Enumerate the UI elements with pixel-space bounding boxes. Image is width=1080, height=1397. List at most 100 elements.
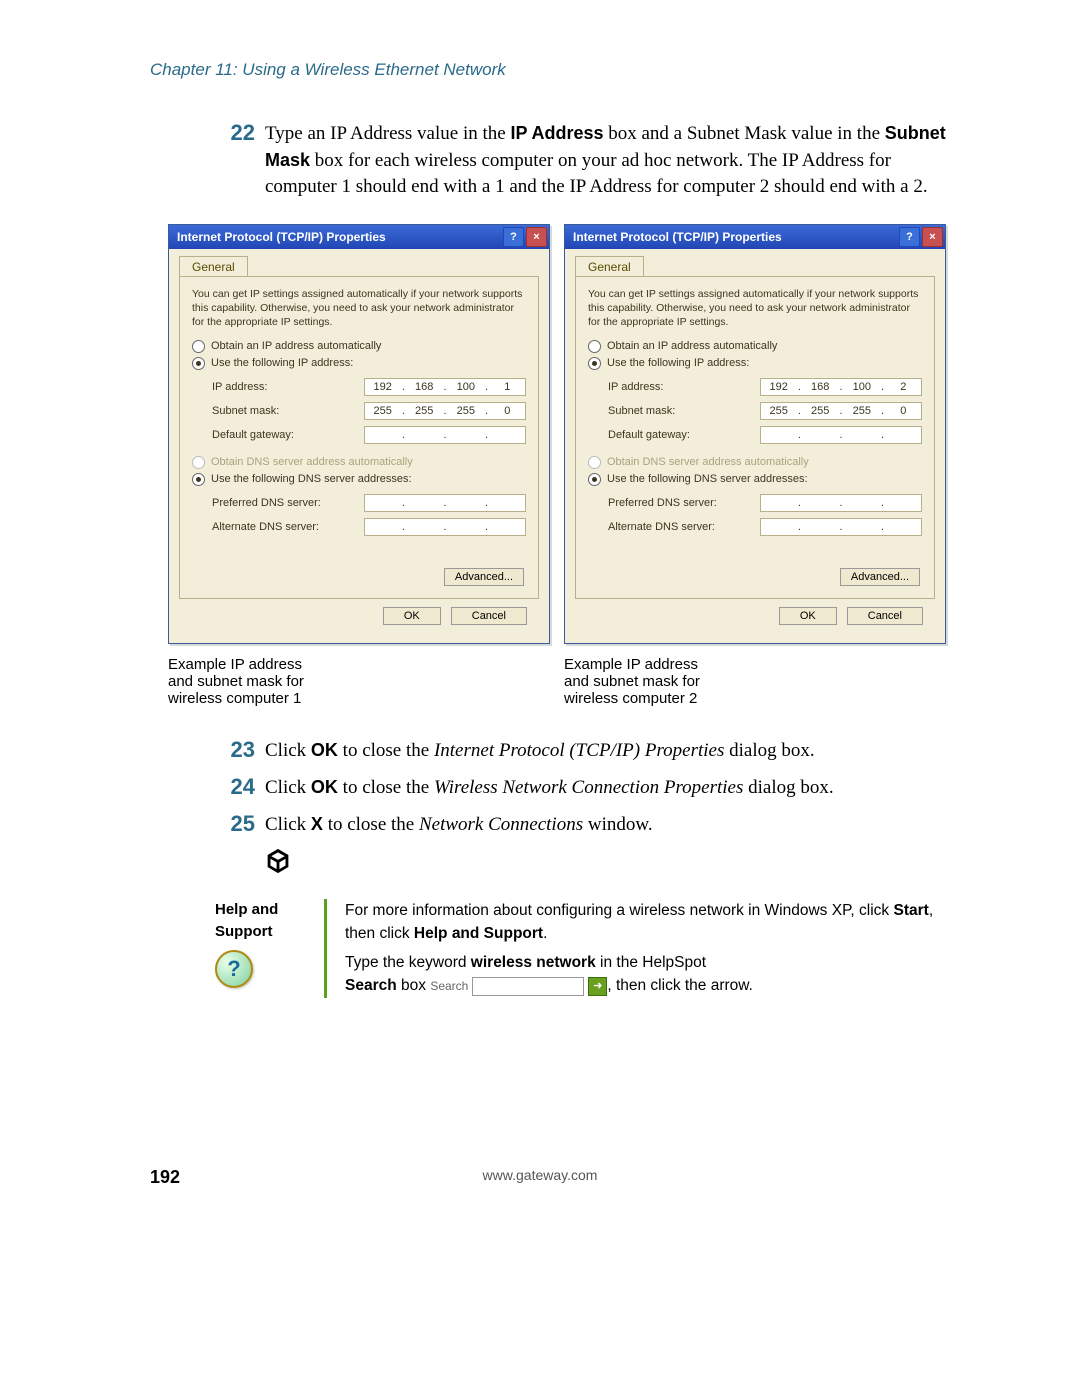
hp2-end: , then click the arrow. xyxy=(607,977,753,994)
hp2-mid: in the HelpSpot xyxy=(596,954,706,971)
search-input[interactable] xyxy=(472,977,584,996)
s23-after: dialog box. xyxy=(724,740,814,761)
s23-mid: to close the xyxy=(338,740,434,761)
ip-grid-2: IP address: 192. 168. 100. 2 Subnet mask… xyxy=(608,378,922,444)
s25-bold: X xyxy=(311,814,323,834)
dialog-computer-1: Internet Protocol (TCP/IP) Properties ? … xyxy=(168,224,548,707)
hp2-boxlabel: box xyxy=(397,977,431,994)
caption-2-l1: Example IP address xyxy=(564,656,944,673)
search-arrow-icon[interactable]: ➜ xyxy=(588,977,607,996)
radio-manual-dns-label-2: Use the following DNS server addresses: xyxy=(607,473,808,485)
gateway-label-2: Default gateway: xyxy=(608,429,760,441)
radio-auto-ip-1[interactable]: Obtain an IP address automatically xyxy=(192,340,526,353)
help-icon[interactable]: ? xyxy=(503,227,524,247)
ip1-o3: 100 xyxy=(453,381,478,393)
radio-manual-ip-1[interactable]: Use the following IP address: xyxy=(192,357,526,370)
s24-pre: Click xyxy=(265,777,311,798)
radio-auto-dns-label: Obtain DNS server address automatically xyxy=(211,456,413,468)
gateway-line-1: Default gateway: . . . xyxy=(212,426,526,444)
cube-icon xyxy=(265,851,291,880)
radio-auto-ip-2[interactable]: Obtain an IP address automatically xyxy=(588,340,922,353)
advanced-button-2[interactable]: Advanced... xyxy=(840,568,920,586)
titlebar-2: Internet Protocol (TCP/IP) Properties ? … xyxy=(565,225,945,249)
help-p1: For more information about configuring a… xyxy=(345,899,940,946)
cancel-button-1[interactable]: Cancel xyxy=(451,607,527,625)
radio-manual-ip-label: Use the following IP address: xyxy=(211,357,353,369)
ip-address-field-2[interactable]: 192. 168. 100. 2 xyxy=(760,378,922,396)
cube-icon-row xyxy=(265,848,1080,881)
radio-auto-dns-2: Obtain DNS server address automatically xyxy=(588,456,922,469)
ip-address-field-1[interactable]: 192. 168. 100. 1 xyxy=(364,378,526,396)
dialog-desc-1: You can get IP settings assigned automat… xyxy=(192,287,526,330)
cancel-button-2[interactable]: Cancel xyxy=(847,607,923,625)
dialog-footer-1: OK Cancel xyxy=(179,599,539,633)
search-inline: Search ➜ xyxy=(430,977,607,996)
step-23: 23 Click OK to close the Internet Protoc… xyxy=(215,737,960,764)
panel-2: You can get IP settings assigned automat… xyxy=(575,276,935,599)
ip2-o3: 100 xyxy=(849,381,874,393)
subnet-field-1[interactable]: 255. 255. 255. 0 xyxy=(364,402,526,420)
ip1-o1: 192 xyxy=(370,381,395,393)
gateway-line-2: Default gateway: . . . xyxy=(608,426,922,444)
alt-dns-line-1: Alternate DNS server: . . . xyxy=(212,518,526,536)
help-left-l2: Support xyxy=(215,921,310,944)
help-left-label: Help and Support ? xyxy=(215,899,327,998)
pref-dns-line-2: Preferred DNS server: . . . xyxy=(608,494,922,512)
step-24: 24 Click OK to close the Wireless Networ… xyxy=(215,774,960,801)
close-icon-2[interactable]: × xyxy=(922,227,943,247)
ip2-o2: 168 xyxy=(808,381,833,393)
question-icon: ? xyxy=(215,950,253,988)
alt-dns-label: Alternate DNS server: xyxy=(212,521,364,533)
subnet-label-2: Subnet mask: xyxy=(608,405,760,417)
s24-mid: to close the xyxy=(338,777,434,798)
s23-bold: OK xyxy=(311,740,338,760)
sn2-o1: 255 xyxy=(766,405,791,417)
step22-after: box for each wireless computer on your a… xyxy=(265,150,928,197)
gateway-field-2[interactable]: . . . xyxy=(760,426,922,444)
radio-manual-dns-1[interactable]: Use the following DNS server addresses: xyxy=(192,473,526,486)
step22-bold1: IP Address xyxy=(510,123,603,143)
caption-1-l2: and subnet mask for xyxy=(168,673,548,690)
sn1-o2: 255 xyxy=(412,405,437,417)
ip2-o1: 192 xyxy=(766,381,791,393)
close-icon[interactable]: × xyxy=(526,227,547,247)
step-number-23: 23 xyxy=(215,737,255,763)
s23-ital: Internet Protocol (TCP/IP) Properties xyxy=(434,740,724,761)
tab-general-2[interactable]: General xyxy=(575,256,644,277)
caption-1-l3: wireless computer 1 xyxy=(168,690,548,707)
ip1-o2: 168 xyxy=(412,381,437,393)
step-24-body: Click OK to close the Wireless Network C… xyxy=(265,774,960,801)
radio-manual-ip-2[interactable]: Use the following IP address: xyxy=(588,357,922,370)
sn1-o1: 255 xyxy=(370,405,395,417)
gateway-field-1[interactable]: . . . xyxy=(364,426,526,444)
alt-dns-field-2[interactable]: . . . xyxy=(760,518,922,536)
sn2-o2: 255 xyxy=(808,405,833,417)
radio-manual-dns-label: Use the following DNS server addresses: xyxy=(211,473,412,485)
alt-dns-label-2: Alternate DNS server: xyxy=(608,521,760,533)
pref-dns-field-1[interactable]: . . . xyxy=(364,494,526,512)
pref-dns-field-2[interactable]: . . . xyxy=(760,494,922,512)
s25-ital: Network Connections xyxy=(419,814,583,835)
dns-grid-2: Preferred DNS server: . . . Alternate DN… xyxy=(608,494,922,536)
s25-mid: to close the xyxy=(323,814,419,835)
ok-button-2[interactable]: OK xyxy=(779,607,837,625)
pref-dns-label-2: Preferred DNS server: xyxy=(608,497,760,509)
s24-after: dialog box. xyxy=(743,777,833,798)
radio-manual-ip-label-2: Use the following IP address: xyxy=(607,357,749,369)
dialog-footer-2: OK Cancel xyxy=(575,599,935,633)
advanced-button-1[interactable]: Advanced... xyxy=(444,568,524,586)
ok-button-1[interactable]: OK xyxy=(383,607,441,625)
hp1-pre: For more information about configuring a… xyxy=(345,902,893,919)
s24-ital: Wireless Network Connection Properties xyxy=(434,777,743,798)
subnet-field-2[interactable]: 255. 255. 255. 0 xyxy=(760,402,922,420)
tab-general-1[interactable]: General xyxy=(179,256,248,277)
sn1-o4: 0 xyxy=(495,405,520,417)
gateway-label: Default gateway: xyxy=(212,429,364,441)
radio-manual-dns-2[interactable]: Use the following DNS server addresses: xyxy=(588,473,922,486)
alt-dns-field-1[interactable]: . . . xyxy=(364,518,526,536)
ip1-o4: 1 xyxy=(495,381,520,393)
titlebar-text: Internet Protocol (TCP/IP) Properties xyxy=(177,230,501,244)
help-right-body: For more information about configuring a… xyxy=(327,899,940,998)
help-icon-2[interactable]: ? xyxy=(899,227,920,247)
radio-auto-dns-1: Obtain DNS server address automatically xyxy=(192,456,526,469)
